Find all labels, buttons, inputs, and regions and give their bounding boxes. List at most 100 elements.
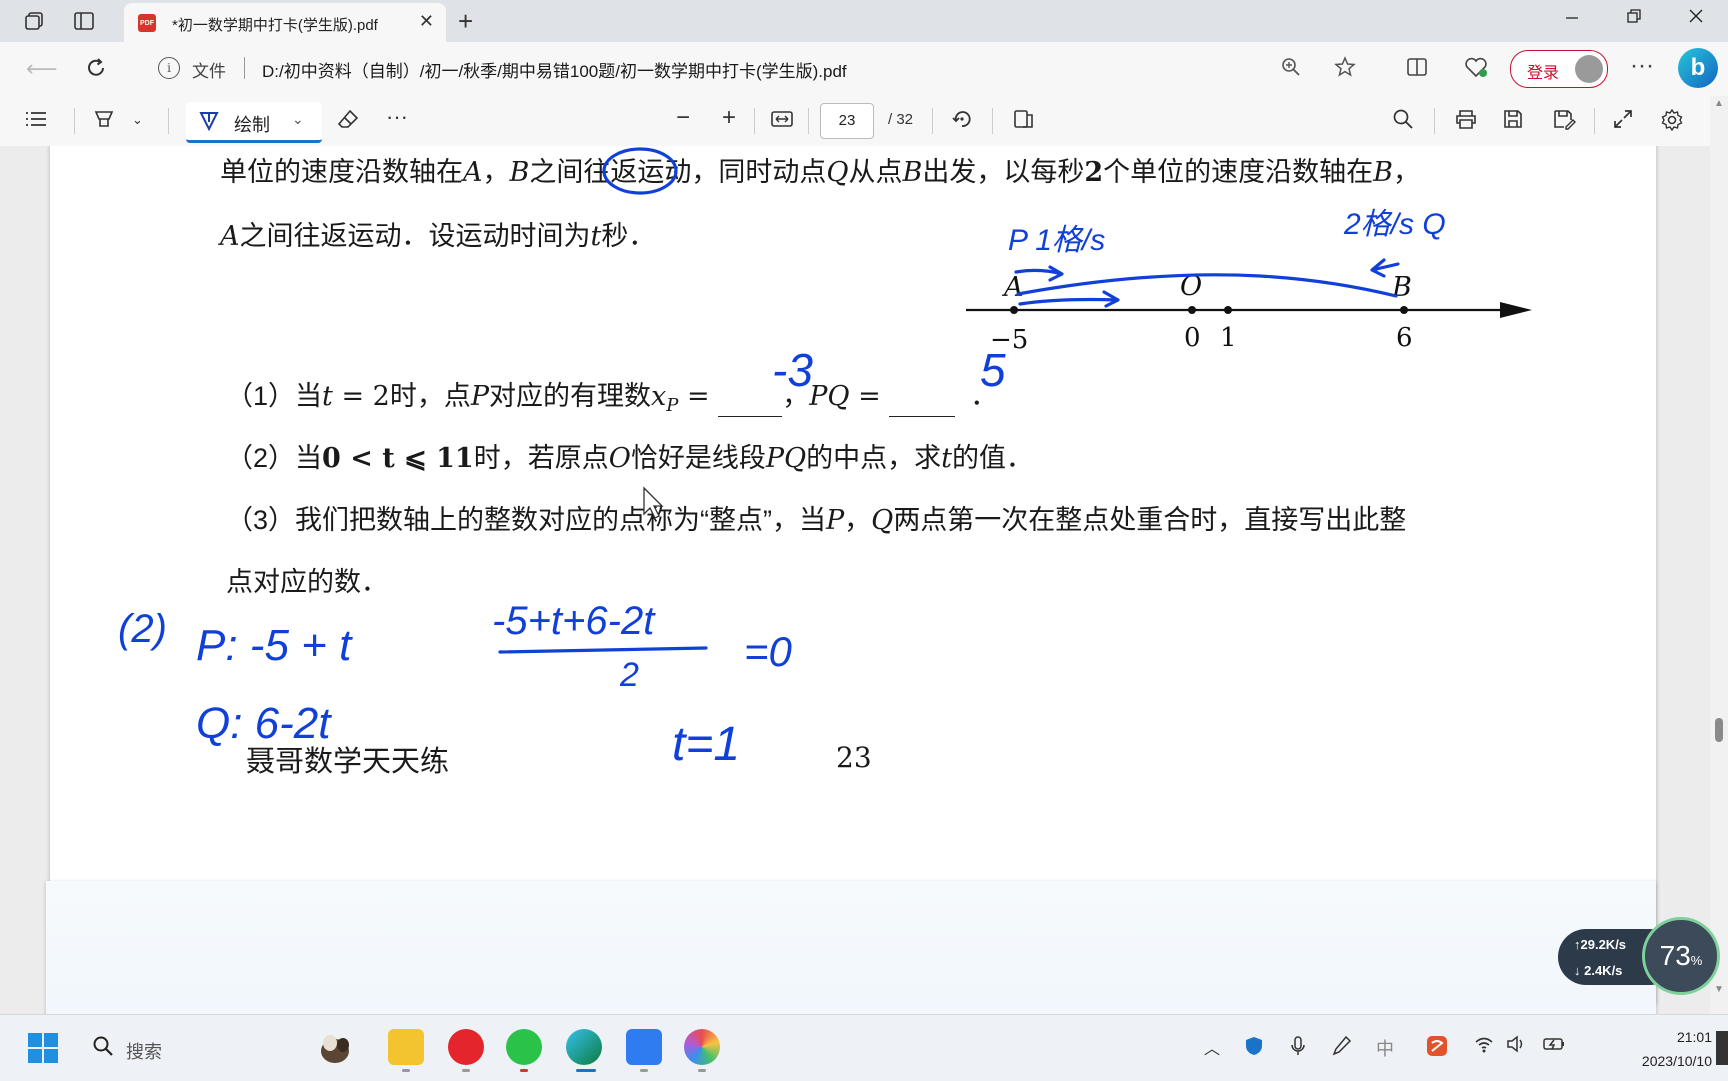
draw-button[interactable]: 绘制 ⌄ [186, 102, 322, 143]
search-highlight-image-icon [321, 1035, 349, 1063]
save-as-icon[interactable] [1552, 108, 1576, 136]
split-screen-icon[interactable] [1406, 56, 1428, 84]
running-indicator [462, 1069, 470, 1072]
eraser-icon[interactable] [336, 108, 360, 136]
scroll-thumb[interactable] [1715, 718, 1723, 742]
show-hidden-icons-chevron-up-icon[interactable]: ︿ [1204, 1035, 1220, 1059]
divider [932, 108, 933, 134]
feishu-icon[interactable] [626, 1029, 662, 1065]
taskbar: 搜索 ︿ 中 21:01 2023/10/10 [0, 1014, 1728, 1081]
clock-date[interactable]: 2023/10/10 [1582, 1053, 1712, 1069]
search-icon [92, 1035, 114, 1063]
zoom-icon[interactable] [1280, 56, 1302, 84]
netease-music-icon[interactable] [448, 1029, 484, 1065]
ink-answer-xp: -3 [772, 344, 813, 396]
divider [992, 108, 993, 134]
close-window-button[interactable] [1676, 8, 1716, 34]
zoom-in-button[interactable]: + [722, 104, 736, 132]
bing-copilot-icon[interactable]: b [1678, 48, 1718, 88]
ink-fraction-denominator: 2 [619, 656, 639, 694]
fit-width-icon[interactable] [770, 108, 794, 136]
network-speed-widget[interactable]: ↑29.2K/s ↓ 2.4K/s 73% [1558, 917, 1720, 999]
tab-strip: PDF *初一数学期中打卡(学生版).pdf ✕ + [0, 0, 1728, 42]
highlight-icon[interactable] [92, 108, 116, 136]
ink-fraction-bar [498, 646, 708, 654]
page-view-icon[interactable] [1012, 108, 1036, 136]
wifi-icon[interactable] [1474, 1035, 1494, 1058]
ink-path-q [1016, 273, 1398, 298]
windows-start-icon[interactable] [28, 1033, 58, 1063]
wechat-icon[interactable] [506, 1029, 542, 1065]
photos-app-icon[interactable] [684, 1029, 720, 1065]
file-scheme-label: 文件 [192, 62, 226, 81]
scroll-up-icon[interactable]: ▲ [1714, 98, 1724, 109]
refresh-icon[interactable] [84, 56, 108, 86]
running-indicator [640, 1069, 648, 1072]
rotate-icon[interactable] [950, 108, 974, 136]
running-indicator [698, 1069, 706, 1072]
microphone-icon[interactable] [1290, 1035, 1306, 1062]
zoom-out-button[interactable]: − [676, 104, 690, 132]
url-divider [244, 57, 245, 79]
pdf-viewport[interactable]: 单位的速度沿数轴在A，B之间往返运动，同时动点Q从点B出发，以每秒2个单位的速度… [0, 146, 1710, 1014]
ink-p-expression: P: -5 + t [196, 621, 353, 670]
upload-speed: ↑29.2K/s [1574, 937, 1627, 952]
divider [808, 108, 809, 134]
login-button[interactable]: 登录 [1510, 50, 1608, 88]
file-explorer-icon[interactable] [388, 1029, 424, 1065]
tab-active-pdf[interactable]: PDF *初一数学期中打卡(学生版).pdf ✕ [124, 3, 446, 42]
ink-answer-pq: 5 [980, 344, 1006, 396]
ink-arrow-p2 [1018, 290, 1120, 308]
more-tools-icon[interactable]: ··· [386, 104, 408, 130]
minimize-button[interactable] [1552, 8, 1592, 34]
volume-icon[interactable] [1506, 1035, 1526, 1058]
ink-circle [602, 147, 678, 195]
ink-equals-zero: =0 [744, 628, 793, 675]
info-icon[interactable]: i [158, 57, 180, 79]
chevron-down-icon[interactable]: ⌄ [132, 112, 143, 128]
browser-essentials-icon[interactable] [1464, 56, 1488, 84]
clock-time[interactable]: 21:01 [1612, 1029, 1712, 1045]
settings-gear-icon[interactable] [1660, 108, 1684, 138]
notification-badge-icon[interactable] [1716, 1031, 1728, 1065]
pdf-toolbar: ⌄ 绘制 ⌄ ··· − + 23 / 32 [0, 96, 1728, 147]
fullscreen-icon[interactable] [1612, 108, 1634, 136]
login-label: 登录 [1527, 65, 1560, 82]
more-menu-icon[interactable]: ··· [1630, 52, 1654, 80]
page-number-input[interactable]: 23 [820, 103, 874, 139]
battery-charging-icon[interactable] [1542, 1035, 1566, 1058]
back-icon[interactable]: ⟵ [26, 56, 58, 82]
pdf-file-icon: PDF [138, 14, 156, 32]
search-icon[interactable] [1392, 108, 1414, 136]
divider [168, 108, 169, 134]
chevron-down-icon[interactable]: ⌄ [292, 111, 304, 128]
print-icon[interactable] [1454, 108, 1478, 136]
input-method-icon[interactable]: 中 [1376, 1035, 1394, 1061]
ink-arrow-q [1370, 258, 1400, 278]
favorite-star-icon[interactable] [1334, 56, 1356, 84]
vertical-scrollbar[interactable]: ▲ ▼ [1710, 96, 1728, 1014]
search-placeholder: 搜索 [126, 1042, 162, 1062]
security-shield-icon[interactable] [1244, 1035, 1264, 1062]
avatar [1575, 55, 1603, 83]
ink-speed-p: P 1格/s [1008, 224, 1105, 257]
workspaces-icon[interactable] [22, 9, 46, 33]
page-total: / 32 [888, 111, 914, 128]
wps-icon[interactable] [1426, 1035, 1448, 1062]
pen-icon [198, 110, 220, 138]
tab-title: *初一数学期中打卡(学生版).pdf [172, 17, 378, 34]
divider [1434, 108, 1435, 134]
url-field[interactable]: D:/初中资料（自制）/初一/秋季/期中易错100题/初一数学期中打卡(学生版)… [262, 57, 847, 82]
mouse-cursor-icon [643, 486, 664, 519]
new-tab-button[interactable]: + [458, 6, 473, 37]
pen-menu-icon[interactable] [1332, 1035, 1352, 1062]
contents-list-icon[interactable] [24, 108, 48, 136]
running-indicator [520, 1069, 528, 1072]
download-speed: ↓ 2.4K/s [1574, 963, 1623, 978]
restore-button[interactable] [1614, 8, 1654, 34]
edge-browser-icon[interactable] [566, 1029, 602, 1065]
tab-close-icon[interactable]: ✕ [419, 11, 434, 32]
save-icon[interactable] [1502, 108, 1524, 136]
taskbar-search[interactable]: 搜索 [86, 1027, 358, 1069]
vertical-tabs-icon[interactable] [72, 9, 96, 33]
